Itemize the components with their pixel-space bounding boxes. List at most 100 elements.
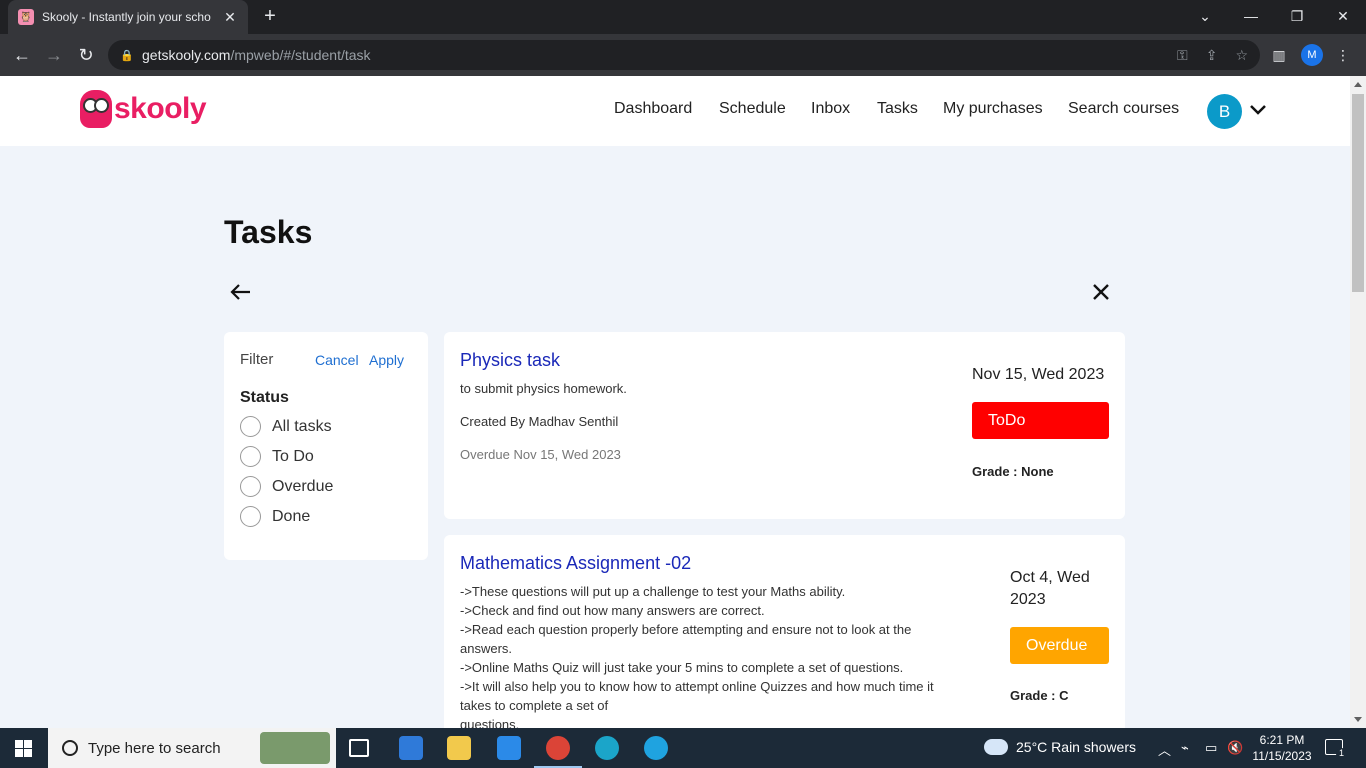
page-content: skooly Dashboard Schedule Inbox Tasks My…	[0, 76, 1350, 728]
filter-cancel-button[interactable]: Cancel	[315, 352, 359, 368]
search-icon	[62, 740, 78, 756]
option-label: To Do	[272, 447, 314, 465]
browser-profile-avatar[interactable]: M	[1301, 44, 1323, 66]
radio-button[interactable]	[240, 446, 261, 467]
nav-inbox[interactable]: Inbox	[811, 100, 850, 118]
task-title[interactable]: Physics task	[460, 350, 560, 371]
taskbar-clock[interactable]: 6:21 PM 11/15/2023	[1250, 732, 1314, 764]
nav-tasks[interactable]: Tasks	[877, 100, 918, 118]
task-date: Oct 4, Wed 2023	[1010, 567, 1090, 611]
task-overdue-date: Overdue Nov 15, Wed 2023	[460, 447, 621, 462]
reload-icon[interactable]: ↻	[74, 43, 98, 67]
date-line: 2023	[1010, 591, 1046, 608]
restore-button[interactable]: ❐	[1274, 0, 1320, 34]
filter-label: Filter	[240, 351, 274, 368]
chrome-icon[interactable]	[534, 736, 582, 768]
skooly-favicon-icon: 🦉	[18, 9, 34, 25]
task-card[interactable]: Mathematics Assignment -02 ->These quest…	[444, 535, 1125, 728]
site-header: skooly Dashboard Schedule Inbox Tasks My…	[0, 76, 1350, 146]
notification-count: 1	[1336, 748, 1347, 759]
logo-text: skooly	[114, 92, 207, 125]
filter-option-to-do[interactable]: To Do	[240, 446, 314, 467]
radio-button[interactable]	[240, 416, 261, 437]
browser-menu-icon[interactable]: ⋮	[1332, 44, 1354, 66]
tab-close-icon[interactable]: ✕	[222, 9, 238, 26]
bookmark-star-icon[interactable]: ☆	[1235, 47, 1248, 64]
search-highlight-image	[260, 732, 330, 764]
share-icon[interactable]: ⇪	[1206, 47, 1218, 64]
edge-icon[interactable]	[595, 736, 619, 760]
skooly-logo[interactable]: skooly	[80, 90, 207, 128]
volume-muted-icon[interactable]: 🔇	[1227, 740, 1243, 756]
filter-option-overdue[interactable]: Overdue	[240, 476, 333, 497]
close-icon[interactable]	[1088, 279, 1114, 305]
radio-button[interactable]	[240, 476, 261, 497]
taskbar-search-box[interactable]: Type here to search	[48, 728, 336, 768]
back-arrow-icon[interactable]	[228, 279, 254, 305]
url-domain: getskooly.com	[142, 47, 231, 63]
task-view-icon[interactable]	[349, 739, 369, 757]
task-card[interactable]: Physics task to submit physics homework.…	[444, 332, 1125, 519]
forward-nav-icon[interactable]: →	[42, 43, 66, 67]
url-path: /mpweb/#/student/task	[230, 47, 371, 63]
microsoft-store-icon[interactable]	[399, 736, 423, 760]
search-placeholder: Type here to search	[88, 739, 221, 757]
windows-start-icon[interactable]	[15, 740, 32, 757]
filter-option-done[interactable]: Done	[240, 506, 310, 527]
nav-search-courses[interactable]: Search courses	[1068, 100, 1179, 118]
new-tab-button[interactable]: +	[258, 4, 282, 28]
description-line: ->Read each question properly before att…	[460, 622, 912, 637]
window-close-button[interactable]: ✕	[1320, 0, 1366, 34]
chevron-down-icon[interactable]	[1248, 100, 1268, 120]
status-heading: Status	[240, 389, 289, 406]
battery-icon[interactable]: ▭	[1205, 740, 1217, 756]
description-line: answers.	[460, 641, 513, 656]
address-bar[interactable]: 🔒 getskooly.com/mpweb/#/student/task ⚿ ⇪…	[108, 40, 1260, 70]
nav-dashboard[interactable]: Dashboard	[614, 100, 692, 118]
weather-widget[interactable]: 25°C Rain showers	[984, 739, 1136, 755]
description-line: takes to complete a set of	[460, 698, 609, 713]
radio-button[interactable]	[240, 506, 261, 527]
owl-logo-icon	[80, 90, 112, 128]
page-title: Tasks	[224, 214, 313, 250]
minimize-button[interactable]: —	[1228, 0, 1274, 34]
scrollbar-thumb[interactable]	[1352, 94, 1364, 292]
filter-option-all-tasks[interactable]: All tasks	[240, 416, 332, 437]
clock-date: 11/15/2023	[1252, 749, 1312, 763]
notification-center-icon[interactable]: 1	[1325, 739, 1347, 759]
user-avatar[interactable]: B	[1207, 94, 1242, 129]
description-line: ->It will also help you to know how to a…	[460, 679, 934, 694]
nav-my-purchases[interactable]: My purchases	[943, 100, 1043, 118]
status-badge: Overdue	[1010, 627, 1109, 664]
description-line: ->Online Maths Quiz will just take your …	[460, 660, 904, 675]
nav-schedule[interactable]: Schedule	[719, 100, 786, 118]
tray-chevron-icon[interactable]: ︿	[1158, 740, 1171, 759]
scroll-up-arrow-icon[interactable]	[1354, 82, 1362, 87]
task-description: ->These questions will put up a challeng…	[460, 582, 990, 728]
option-label: Overdue	[272, 477, 334, 495]
tab-search-chevron-icon[interactable]: ⌄	[1182, 0, 1228, 34]
date-line: Oct 4, Wed	[1010, 569, 1090, 586]
file-explorer-icon[interactable]	[447, 736, 471, 760]
filter-apply-button[interactable]: Apply	[369, 352, 404, 368]
network-icon[interactable]: ⌁	[1181, 740, 1189, 756]
task-description: to submit physics homework.	[460, 381, 627, 396]
key-icon[interactable]: ⚿	[1177, 47, 1188, 64]
browser-tab[interactable]: 🦉 Skooly - Instantly join your scho ✕	[8, 0, 248, 34]
description-line: ->These questions will put up a challeng…	[460, 584, 846, 599]
filter-panel: Filter Cancel Apply Status All tasks To …	[224, 332, 428, 560]
task-created-by: Created By Madhav Senthil	[460, 414, 619, 429]
task-title[interactable]: Mathematics Assignment -02	[460, 553, 691, 574]
side-panel-icon[interactable]: ▥	[1268, 44, 1290, 66]
task-grade: Grade : None	[972, 464, 1054, 479]
task-grade: Grade : C	[1010, 688, 1069, 703]
mail-icon[interactable]	[497, 736, 521, 760]
status-badge: ToDo	[972, 402, 1109, 439]
option-label: Done	[272, 507, 311, 525]
skype-icon[interactable]	[644, 736, 668, 760]
back-nav-icon[interactable]: ←	[10, 43, 34, 67]
lock-icon: 🔒	[120, 49, 134, 62]
scroll-down-arrow-icon[interactable]	[1354, 717, 1362, 722]
page-scrollbar[interactable]	[1350, 76, 1366, 728]
description-line: questions.	[460, 717, 520, 728]
